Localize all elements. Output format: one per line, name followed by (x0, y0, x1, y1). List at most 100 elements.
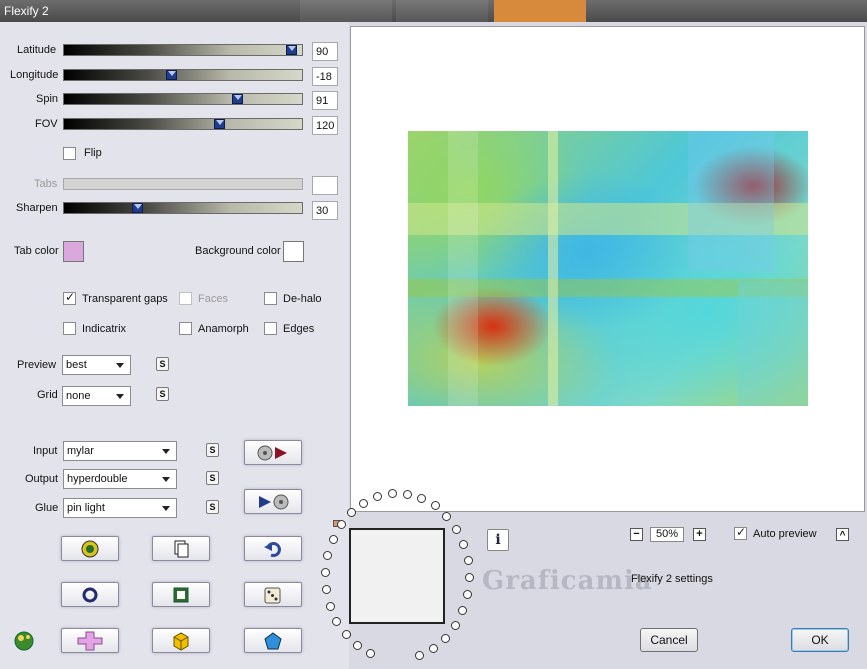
longitude-slider[interactable] (63, 69, 303, 81)
ring-dot[interactable] (323, 551, 332, 560)
copy-button[interactable] (152, 536, 210, 561)
spin-slider[interactable] (63, 93, 303, 105)
collapse-button[interactable]: ^ (836, 528, 849, 541)
dice-icon (264, 587, 281, 603)
latitude-input[interactable]: 90 (312, 42, 338, 61)
ring-dot[interactable] (431, 501, 440, 510)
title-bar: Flexify 2 (0, 0, 867, 22)
circle-shape-button[interactable] (61, 582, 119, 607)
background-color-swatch[interactable] (283, 241, 304, 262)
ring-dot[interactable] (366, 649, 375, 658)
ring-dot[interactable] (441, 634, 450, 643)
indicatrix-checkbox[interactable] (63, 322, 76, 335)
ring-dot[interactable] (373, 492, 382, 501)
ring-dot[interactable] (326, 602, 335, 611)
ring-dot[interactable] (452, 525, 461, 534)
longitude-label: Longitude (10, 69, 59, 81)
sharpen-input[interactable]: 30 (312, 201, 338, 220)
tabs-slider[interactable] (63, 178, 303, 190)
load-preset-button[interactable] (61, 536, 119, 561)
zoom-out-button[interactable]: − (630, 528, 643, 541)
spin-input[interactable]: 91 (312, 91, 338, 110)
glue-select[interactable]: pin light (63, 498, 177, 518)
ring-dot[interactable] (342, 630, 351, 639)
slider-thumb[interactable] (214, 119, 225, 129)
sharpen-slider[interactable] (63, 202, 303, 214)
grid-select[interactable]: none (62, 386, 131, 406)
faces-checkbox[interactable] (179, 292, 192, 305)
output-s-button[interactable]: S (206, 471, 219, 485)
undo-icon (264, 541, 281, 557)
cross-shape-button[interactable] (61, 628, 119, 653)
ring-dot[interactable] (417, 494, 426, 503)
ring-dot[interactable] (459, 540, 468, 549)
anamorph-checkbox[interactable] (179, 322, 192, 335)
randomize-button[interactable] (244, 582, 302, 607)
edges-checkbox[interactable] (264, 322, 277, 335)
preview-label: Preview (17, 359, 57, 371)
ring-dot[interactable] (429, 644, 438, 653)
zoom-level[interactable]: 50% (650, 527, 684, 542)
latitude-slider[interactable] (63, 44, 303, 56)
ring-dot[interactable] (359, 499, 368, 508)
input-select[interactable]: mylar (63, 441, 177, 461)
ring-dot[interactable] (332, 617, 341, 626)
info-button[interactable]: i (487, 529, 509, 551)
ring-dot[interactable] (388, 489, 397, 498)
ring-dot[interactable] (353, 641, 362, 650)
ring-dot[interactable] (322, 585, 331, 594)
square-shape-button[interactable] (152, 582, 210, 607)
input-play-icon (257, 445, 287, 460)
window-title: Flexify 2 (4, 4, 49, 18)
output-play-button[interactable] (244, 489, 302, 514)
grid-s-button[interactable]: S (156, 387, 169, 401)
thumbnail-preview (349, 528, 445, 624)
ring-dot[interactable] (463, 590, 472, 599)
fov-label: FOV (35, 118, 58, 130)
ring-dot[interactable] (415, 651, 424, 660)
cube-shape-button[interactable] (152, 628, 210, 653)
auto-preview-checkbox[interactable] (734, 525, 747, 540)
preview-canvas[interactable] (350, 26, 865, 512)
gem-shape-button[interactable] (244, 628, 302, 653)
indicatrix-label: Indicatrix (82, 323, 127, 335)
fov-slider[interactable] (63, 118, 303, 130)
fov-input[interactable]: 120 (312, 116, 338, 135)
input-label: Input (33, 445, 58, 457)
input-play-button[interactable] (244, 440, 302, 465)
de-halo-checkbox[interactable] (264, 292, 277, 305)
preview-s-button[interactable]: S (156, 357, 169, 371)
circle-icon (82, 587, 98, 602)
ring-dot[interactable] (321, 568, 330, 577)
longitude-input[interactable]: -18 (312, 67, 338, 86)
glue-s-button[interactable]: S (206, 500, 219, 514)
zoom-in-button[interactable]: + (693, 528, 706, 541)
ring-dot[interactable] (442, 512, 451, 521)
ring-dot[interactable] (464, 556, 473, 565)
de-halo-label: De-halo (283, 293, 322, 305)
ring-dot[interactable] (465, 573, 474, 582)
input-s-button[interactable]: S (206, 443, 219, 457)
output-select[interactable]: hyperdouble (63, 469, 177, 489)
watermark: Graficamia (482, 566, 653, 596)
tab-color-swatch[interactable] (63, 241, 84, 262)
ring-dot[interactable] (337, 520, 346, 529)
cancel-button[interactable]: Cancel (640, 628, 698, 652)
slider-thumb[interactable] (166, 70, 177, 80)
slider-thumb[interactable] (286, 45, 297, 55)
ring-dot[interactable] (347, 508, 356, 517)
slider-thumb[interactable] (132, 203, 143, 213)
output-play-icon (259, 494, 289, 509)
flip-checkbox[interactable] (63, 147, 76, 160)
preview-select[interactable]: best (62, 355, 131, 375)
ring-dot[interactable] (329, 535, 338, 544)
ring-dot[interactable] (451, 621, 460, 630)
transparent-gaps-checkbox[interactable] (63, 290, 76, 305)
ring-dot[interactable] (458, 606, 467, 615)
undo-button[interactable] (244, 536, 302, 561)
ring-dot[interactable] (403, 490, 412, 499)
ok-button[interactable]: OK (791, 628, 849, 652)
slider-thumb[interactable] (232, 94, 243, 104)
square-icon (173, 587, 189, 602)
tabs-input[interactable] (312, 176, 338, 195)
